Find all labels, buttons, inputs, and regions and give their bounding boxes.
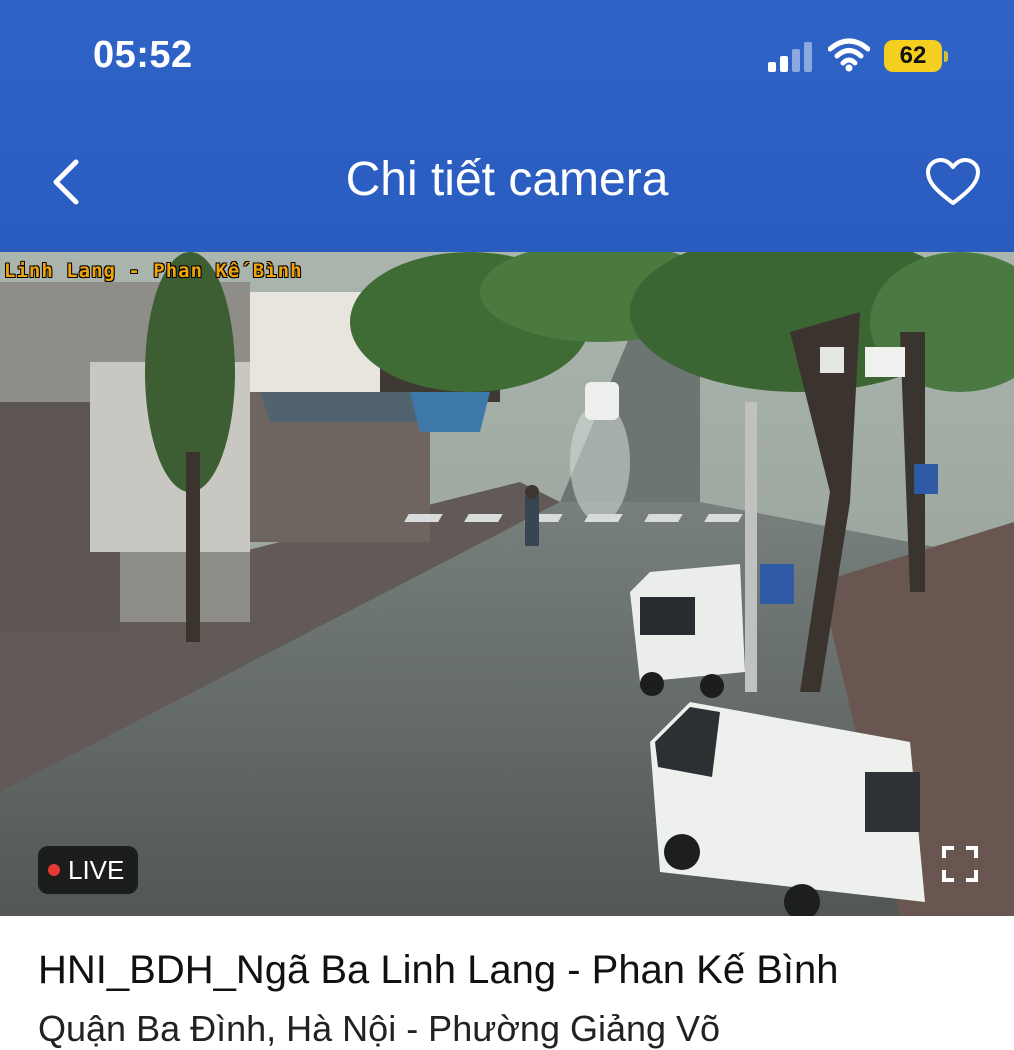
camera-name: HNI_BDH_Ngã Ba Linh Lang - Phan Kế Bình <box>38 948 839 992</box>
camera-location: Quận Ba Đình, Hà Nội - Phường Giảng Võ <box>38 1008 721 1049</box>
camera-overlay-caption: Linh Lang - Phan Kế Bình <box>4 260 303 282</box>
wifi-icon <box>828 38 870 72</box>
battery-tip <box>944 51 948 62</box>
signal-icon <box>768 42 812 72</box>
camera-video-player[interactable]: Linh Lang - Phan Kế Bình LIVE <box>0 252 1014 916</box>
app-header: 05:52 62 Chi tiết camera <box>0 0 1014 252</box>
battery-level: 62 <box>884 40 942 72</box>
heart-outline-icon[interactable] <box>924 156 982 208</box>
fullscreen-icon[interactable] <box>940 844 980 884</box>
live-dot-icon <box>48 864 60 876</box>
battery-icon: 62 <box>884 40 950 74</box>
camera-feed-image <box>0 252 1014 916</box>
status-time: 05:52 <box>93 34 193 76</box>
live-label: LIVE <box>68 854 125 885</box>
page-title: Chi tiết camera <box>345 153 669 206</box>
live-badge: LIVE <box>38 846 138 894</box>
